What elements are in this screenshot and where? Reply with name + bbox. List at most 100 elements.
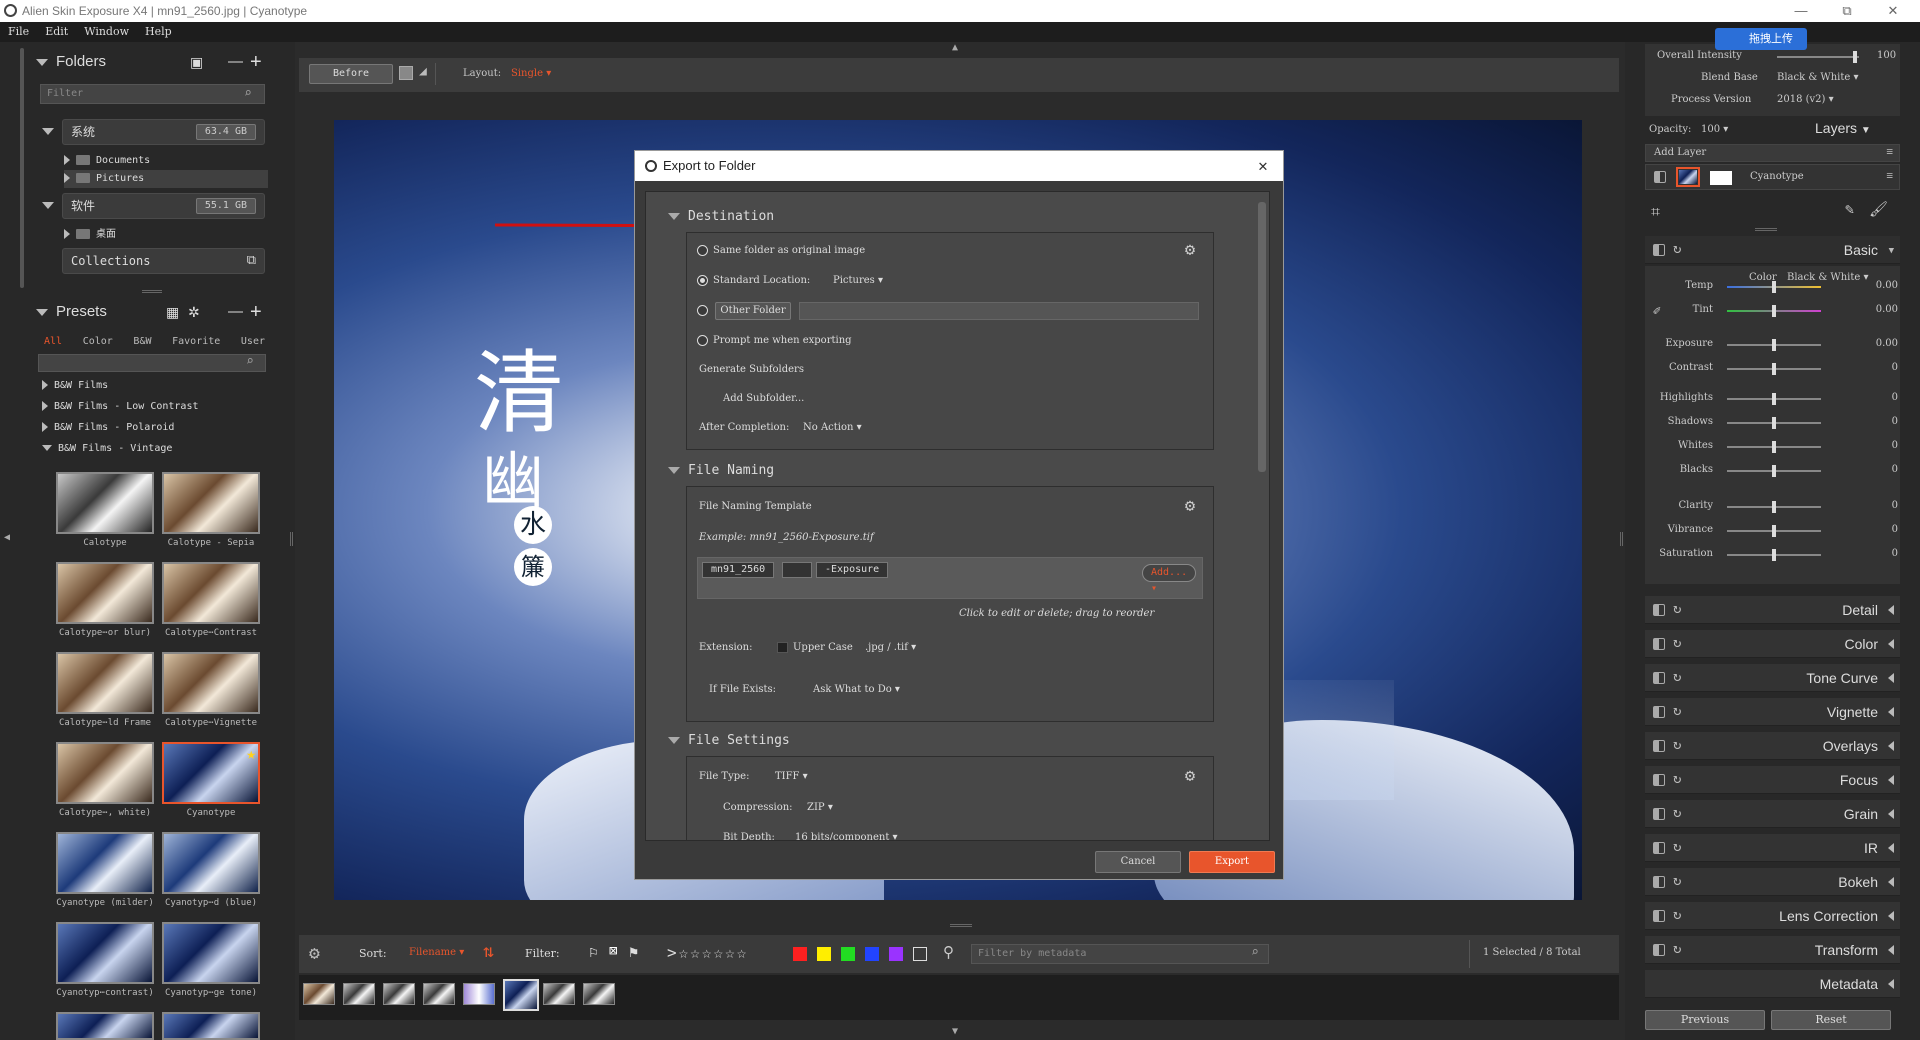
add-subfolder-link[interactable]: Add Subfolder... xyxy=(723,392,804,406)
adjustment-row[interactable]: ↻ Bokeh xyxy=(1645,868,1900,896)
menu-help[interactable]: Help xyxy=(145,25,172,38)
reset-button[interactable]: Reset xyxy=(1771,1010,1891,1030)
star-rating-filter[interactable]: >☆☆☆☆☆☆ xyxy=(667,943,748,962)
menu-file[interactable]: File xyxy=(8,25,29,38)
compare-toggle[interactable] xyxy=(399,66,413,80)
preset-thumb[interactable] xyxy=(56,742,154,804)
gear-icon[interactable]: ⚙ xyxy=(309,943,320,964)
adjustment-row[interactable]: ↻ Grain xyxy=(1645,800,1900,828)
adjustment-row[interactable]: ↻ Overlays xyxy=(1645,732,1900,760)
collapse-top-icon[interactable]: ▲ xyxy=(952,42,958,53)
dialog-close-button[interactable]: ✕ xyxy=(1249,151,1277,181)
slider-knob[interactable] xyxy=(1772,339,1776,351)
reset-icon[interactable]: ↻ xyxy=(1673,703,1689,719)
reset-icon[interactable]: ↻ xyxy=(1673,907,1689,923)
remove-icon[interactable]: — xyxy=(228,50,243,74)
previous-button[interactable]: Previous xyxy=(1645,1010,1765,1030)
preset-thumb[interactable] xyxy=(162,922,260,984)
slider-knob[interactable] xyxy=(1853,51,1857,63)
close-window-button[interactable]: ✕ xyxy=(1870,0,1916,22)
other-folder-button[interactable]: Other Folder xyxy=(715,302,791,320)
preset-thumb[interactable] xyxy=(56,472,154,534)
folder-pictures[interactable]: Pictures xyxy=(64,170,268,188)
maximize-button[interactable]: ⧉ xyxy=(1824,0,1870,22)
basic-toggle[interactable] xyxy=(1653,244,1665,256)
slider-knob[interactable] xyxy=(1772,305,1776,317)
reset-icon[interactable]: ↻ xyxy=(1673,241,1689,257)
file-type-dropdown[interactable]: TIFF ▾ xyxy=(775,770,808,784)
file-naming-header[interactable]: File Naming xyxy=(668,460,774,482)
preset-thumb[interactable] xyxy=(56,832,154,894)
adjustment-toggle[interactable] xyxy=(1653,638,1665,650)
panel-divider-handle[interactable] xyxy=(142,290,162,293)
slider-knob[interactable] xyxy=(1772,525,1776,537)
preset-group[interactable]: B&W Films - Polaroid xyxy=(42,418,174,438)
metadata-filter-icon[interactable]: ⚲ xyxy=(943,943,954,961)
folders-filter-input[interactable]: Filter xyxy=(40,84,265,104)
tab-all[interactable]: All xyxy=(44,336,62,347)
drive-software[interactable]: 软件 55.1 GB xyxy=(62,193,265,219)
slider-track[interactable] xyxy=(1727,525,1821,537)
reset-icon[interactable]: ↻ xyxy=(1673,771,1689,787)
menu-icon[interactable]: ≡ xyxy=(1886,169,1893,182)
slider-track[interactable] xyxy=(1727,363,1821,375)
slider-knob[interactable] xyxy=(1772,393,1776,405)
color-label-purple[interactable] xyxy=(889,947,903,961)
add-icon[interactable]: + xyxy=(250,50,262,74)
flag-icon[interactable]: ⚐ xyxy=(589,943,598,961)
reset-icon[interactable]: ↻ xyxy=(1673,601,1689,617)
eraser-icon[interactable]: ◢ xyxy=(419,64,427,79)
preset-group[interactable]: B&W Films xyxy=(42,376,108,396)
radio-other-folder[interactable] xyxy=(697,305,708,316)
color-label-none[interactable] xyxy=(913,947,927,961)
add-layer-row[interactable]: Add Layer ≡ xyxy=(1645,144,1900,162)
unflagged-icon[interactable]: ⚑ xyxy=(629,943,638,961)
adjustment-toggle[interactable] xyxy=(1653,808,1665,820)
adjustment-row[interactable]: ↻ Color xyxy=(1645,630,1900,658)
reset-icon[interactable]: ↻ xyxy=(1673,635,1689,651)
add-token-button[interactable]: Add... ▾ xyxy=(1142,564,1196,594)
other-folder-path-input[interactable] xyxy=(799,302,1199,320)
tab-color[interactable]: Color xyxy=(83,336,113,347)
adjustment-row[interactable]: ↻ Lens Correction xyxy=(1645,902,1900,930)
minimize-button[interactable]: — xyxy=(1778,0,1824,22)
adjustment-toggle[interactable] xyxy=(1653,604,1665,616)
folders-scrollbar[interactable] xyxy=(20,48,24,288)
color-label-red[interactable] xyxy=(793,947,807,961)
adjustment-row[interactable]: Metadata xyxy=(1645,970,1900,998)
blend-base-dropdown[interactable]: Black & White ▾ xyxy=(1777,72,1858,83)
preset-thumb[interactable] xyxy=(162,472,260,534)
filmstrip-thumb-selected[interactable] xyxy=(503,979,539,1011)
filmstrip-thumb[interactable] xyxy=(303,983,335,1005)
preset-group[interactable]: B&W Films - Low Contrast xyxy=(42,397,199,417)
tab-user[interactable]: User xyxy=(241,336,265,347)
color-label-green[interactable] xyxy=(841,947,855,961)
slider-track[interactable] xyxy=(1727,281,1821,293)
reject-flag-icon[interactable]: ⊠ xyxy=(609,943,617,959)
adjustment-row[interactable]: ↻ Detail xyxy=(1645,596,1900,624)
expand-arrow-icon[interactable] xyxy=(42,128,54,135)
collapse-bottom-icon[interactable]: ▼ xyxy=(952,1026,958,1037)
radio-prompt[interactable] xyxy=(697,335,708,346)
filmstrip-thumb[interactable] xyxy=(383,983,415,1005)
reset-icon[interactable]: ↻ xyxy=(1673,839,1689,855)
adjustment-toggle[interactable] xyxy=(1653,944,1665,956)
filmstrip-thumb[interactable] xyxy=(583,983,615,1005)
sort-dropdown[interactable]: Filename ▾ xyxy=(409,947,464,958)
color-mode-dropdown[interactable]: Black & White ▾ xyxy=(1787,272,1868,283)
slider-knob[interactable] xyxy=(1772,465,1776,477)
drive-system[interactable]: 系统 63.4 GB xyxy=(62,119,265,145)
filmstrip-thumb[interactable] xyxy=(543,983,575,1005)
color-label-blue[interactable] xyxy=(865,947,879,961)
gear-icon[interactable]: ⚙ xyxy=(1181,497,1199,515)
naming-token-area[interactable]: mn91_2560 -Exposure Add... ▾ xyxy=(697,557,1203,599)
brush-icon[interactable]: 🖌 xyxy=(1869,200,1888,218)
export-button[interactable]: Export xyxy=(1189,851,1275,873)
adjustment-toggle[interactable] xyxy=(1653,842,1665,854)
bottom-splitter[interactable] xyxy=(950,924,972,927)
slider-track[interactable] xyxy=(1727,465,1821,477)
reset-icon[interactable]: ↻ xyxy=(1673,805,1689,821)
process-version-dropdown[interactable]: 2018 (v2) ▾ xyxy=(1777,94,1834,105)
presets-header[interactable]: Presets ▦ ✲ — + xyxy=(36,300,286,324)
slider-track[interactable] xyxy=(1727,417,1821,429)
